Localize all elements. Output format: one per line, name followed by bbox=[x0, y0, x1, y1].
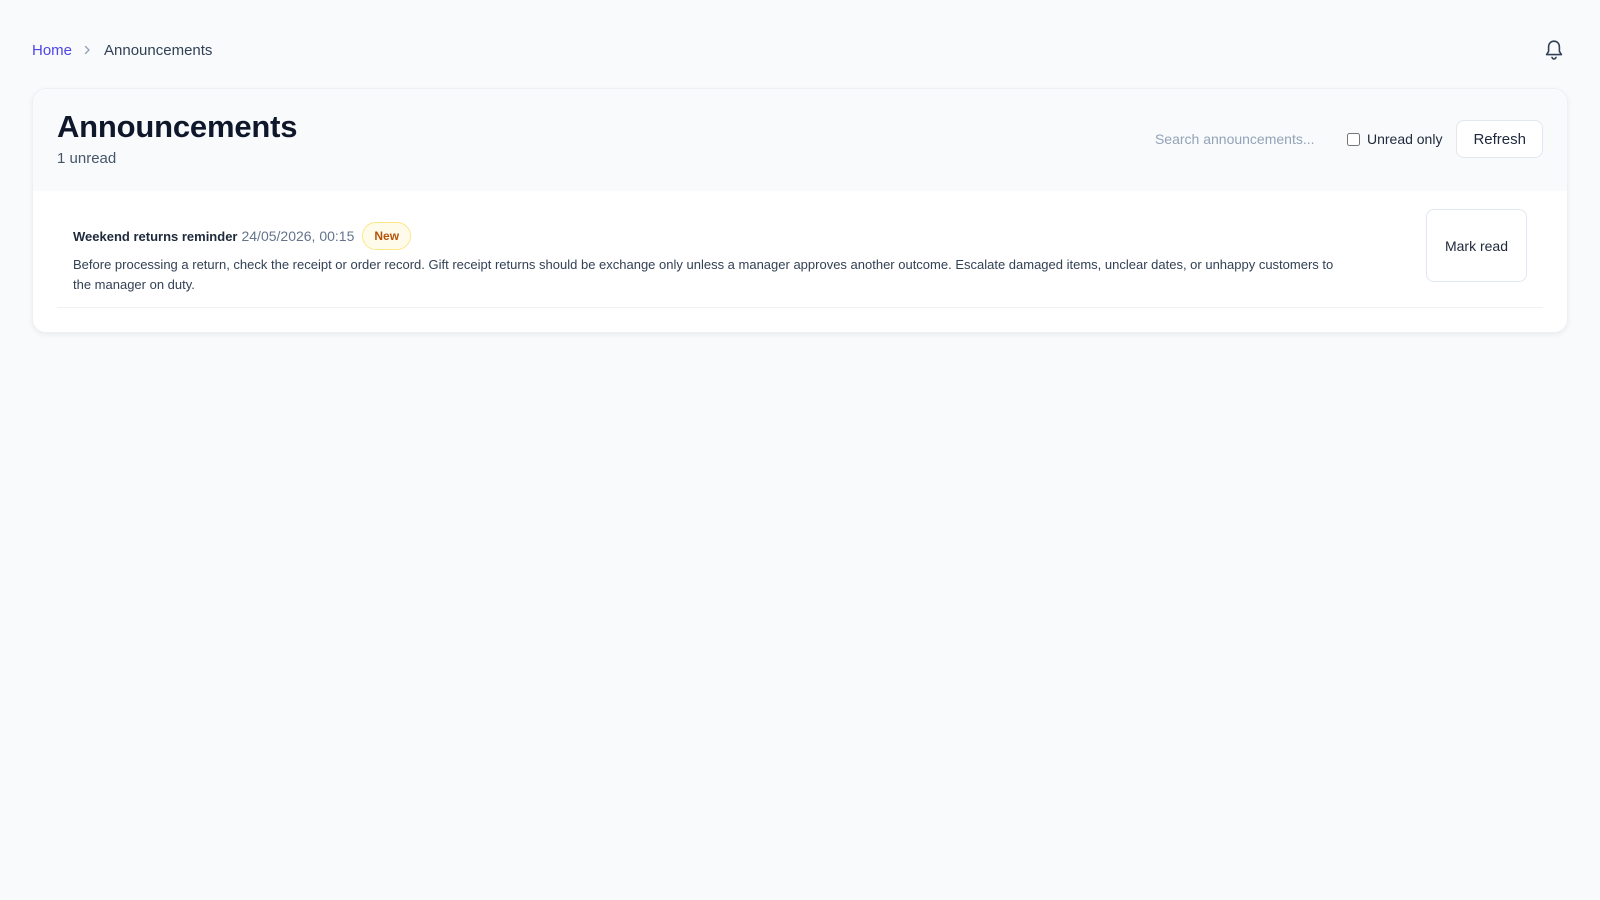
list-item: Weekend returns reminder 24/05/2026, 00:… bbox=[57, 191, 1543, 308]
new-badge: New bbox=[362, 222, 412, 250]
search-input[interactable] bbox=[1154, 122, 1335, 156]
announcement-list: Weekend returns reminder 24/05/2026, 00:… bbox=[33, 191, 1567, 308]
chevron-right-icon bbox=[82, 45, 92, 55]
breadcrumb-current: Announcements bbox=[104, 41, 213, 59]
announcement-title: Weekend returns reminder bbox=[73, 228, 238, 244]
announcement-content: Weekend returns reminder 24/05/2026, 00:… bbox=[73, 222, 1343, 295]
refresh-button[interactable]: Refresh bbox=[1456, 120, 1543, 158]
announcement-timestamp: 24/05/2026, 00:15 bbox=[241, 228, 355, 244]
announcements-card: Announcements 1 unread Unread only Refre… bbox=[32, 88, 1568, 333]
unread-count: 1 unread bbox=[57, 150, 117, 167]
title-block: Announcements 1 unread bbox=[57, 89, 297, 167]
mark-read-button[interactable]: Mark read bbox=[1426, 209, 1527, 282]
breadcrumb-home-link[interactable]: Home bbox=[32, 42, 72, 59]
bell-icon[interactable] bbox=[1540, 36, 1568, 64]
unread-only-label: Unread only bbox=[1366, 131, 1443, 147]
breadcrumb: Home Announcements bbox=[32, 42, 212, 59]
toolbar: Unread only Refresh bbox=[1154, 89, 1543, 158]
page-title: Announcements bbox=[57, 109, 298, 144]
top-bar: Home Announcements bbox=[32, 36, 1568, 64]
unread-only-checkbox[interactable] bbox=[1346, 132, 1360, 146]
unread-only-toggle[interactable]: Unread only bbox=[1346, 131, 1443, 147]
card-header: Announcements 1 unread Unread only Refre… bbox=[33, 89, 1567, 191]
announcement-header: Weekend returns reminder 24/05/2026, 00:… bbox=[73, 222, 1343, 250]
announcement-body: Before processing a return, check the re… bbox=[73, 257, 1334, 292]
